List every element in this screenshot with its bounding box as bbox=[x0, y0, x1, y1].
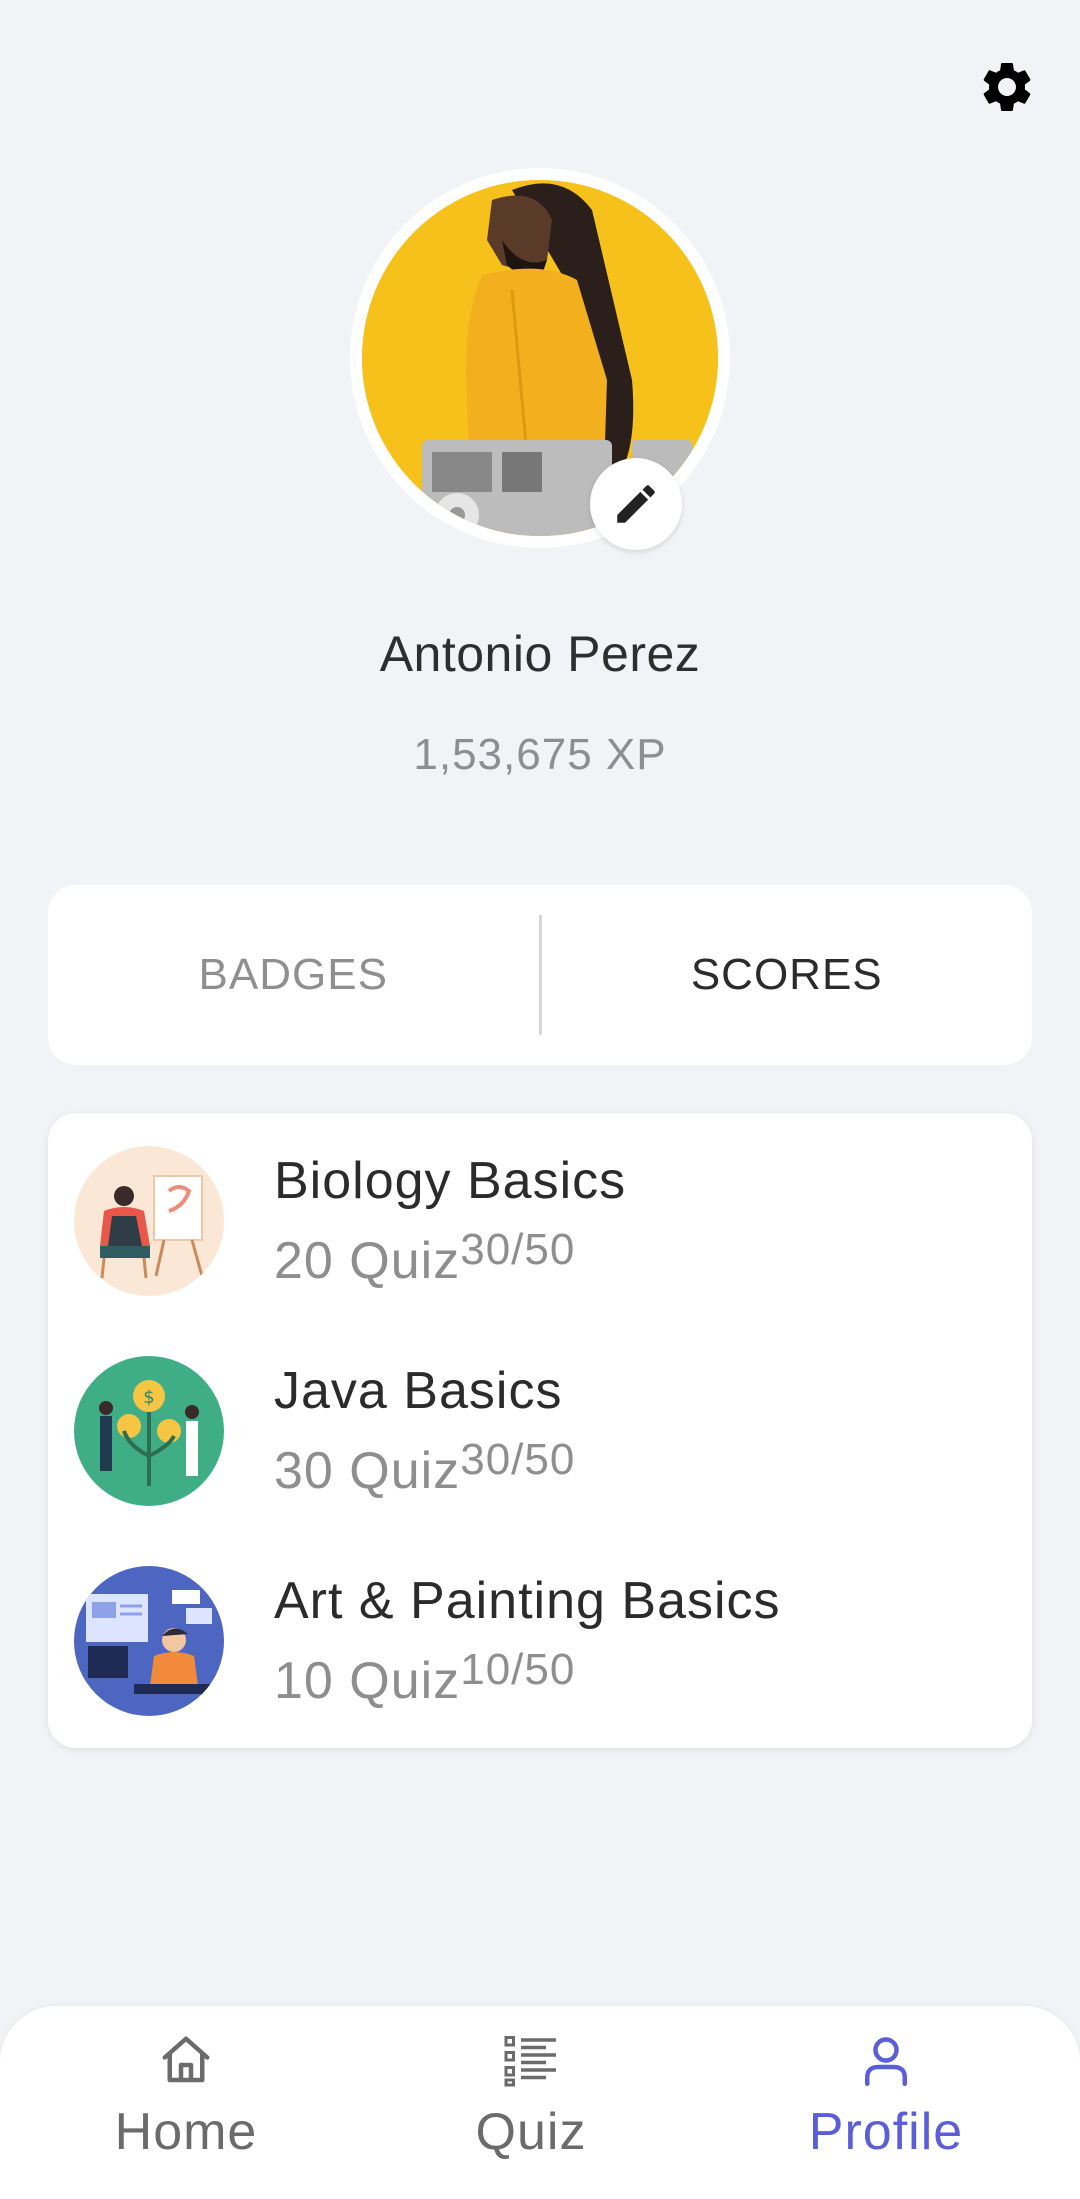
course-meta: 10 Quiz10/50 bbox=[274, 1645, 575, 1711]
edit-avatar-button[interactable] bbox=[590, 458, 682, 550]
art-thumbnail bbox=[74, 1566, 224, 1716]
list-icon bbox=[501, 2030, 561, 2090]
person-icon bbox=[856, 2030, 916, 2090]
svg-text:$: $ bbox=[143, 1387, 154, 1408]
nav-quiz[interactable]: Quiz bbox=[381, 2006, 681, 2199]
list-item[interactable]: Biology Basics 20 Quiz30/50 bbox=[48, 1113, 1032, 1323]
course-meta: 30 Quiz30/50 bbox=[274, 1435, 575, 1501]
tab-scores[interactable]: SCORES bbox=[542, 885, 1033, 1065]
course-meta: 20 Quiz30/50 bbox=[274, 1225, 575, 1291]
score-value: 30/50 bbox=[460, 1435, 576, 1484]
quiz-count: 10 Quiz bbox=[274, 1652, 461, 1710]
home-icon bbox=[156, 2030, 216, 2090]
biology-thumbnail bbox=[74, 1146, 224, 1296]
profile-name: Antonio Perez bbox=[379, 626, 701, 682]
score-value: 30/50 bbox=[460, 1225, 576, 1274]
nav-profile[interactable]: Profile bbox=[736, 2006, 1036, 2199]
profile-xp: 1,53,675 XP bbox=[413, 730, 667, 779]
quiz-count: 30 Quiz bbox=[274, 1442, 461, 1500]
nav-profile-label: Profile bbox=[808, 2103, 964, 2161]
course-title: Java Basics bbox=[274, 1362, 563, 1420]
tab-badges[interactable]: BADGES bbox=[48, 885, 539, 1065]
settings-button[interactable] bbox=[972, 52, 1042, 122]
bottom-navigation: Home Quiz Profile bbox=[0, 2006, 1080, 2199]
nav-quiz-label: Quiz bbox=[475, 2103, 587, 2161]
list-item[interactable]: Art & Painting Basics 10 Quiz10/50 bbox=[48, 1533, 1032, 1743]
course-title: Art & Painting Basics bbox=[274, 1572, 781, 1630]
course-title: Biology Basics bbox=[274, 1152, 627, 1210]
profile-tabs: BADGES SCORES bbox=[48, 885, 1032, 1065]
quiz-count: 20 Quiz bbox=[274, 1232, 461, 1290]
score-value: 10/50 bbox=[460, 1645, 576, 1694]
gear-icon bbox=[983, 62, 1031, 111]
profile-avatar bbox=[350, 168, 730, 550]
list-item[interactable]: $ Java Basics 30 Quiz30/50 bbox=[48, 1323, 1032, 1533]
nav-home-label: Home bbox=[114, 2103, 258, 2161]
scores-list: Biology Basics 20 Quiz30/50 $ Java Basic… bbox=[48, 1113, 1032, 1748]
pencil-icon bbox=[617, 485, 655, 523]
java-thumbnail: $ bbox=[74, 1356, 224, 1506]
nav-home[interactable]: Home bbox=[36, 2006, 336, 2199]
